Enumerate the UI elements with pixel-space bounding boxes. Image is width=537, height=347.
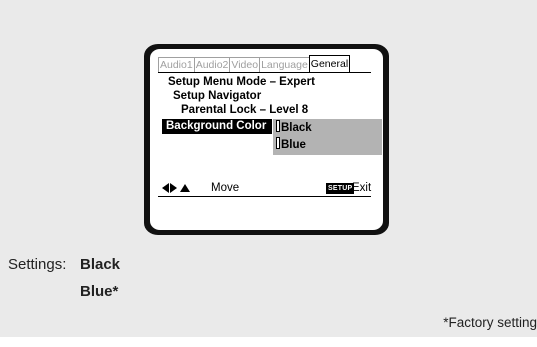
footer-divider <box>158 196 371 197</box>
arrow-up-icon <box>180 184 190 192</box>
menu-item-setup-navigator[interactable]: Setup Navigator <box>173 89 261 103</box>
setting-value-blue: Blue* <box>80 283 119 300</box>
exit-label: Exit <box>352 182 372 194</box>
tab-video[interactable]: Video <box>229 57 261 73</box>
tab-language[interactable]: Language <box>259 57 310 73</box>
manual-page: Audio1 Audio2 Video Language General Set… <box>0 0 537 337</box>
option-black-label: Black <box>281 122 312 134</box>
option-marker-icon <box>276 120 280 132</box>
menu-item-setup-mode[interactable]: Setup Menu Mode – Expert <box>168 75 315 89</box>
setup-button-icon: SETUP <box>326 183 355 194</box>
tab-bar: Audio1 Audio2 Video Language General <box>158 55 351 73</box>
factory-setting-note: *Factory setting <box>443 315 537 330</box>
menu-item-background-color[interactable]: Background Color <box>166 119 266 133</box>
option-blue-label: Blue <box>281 139 306 151</box>
move-label: Move <box>211 182 240 194</box>
setting-value-black: Black <box>80 256 121 273</box>
tab-general[interactable]: General <box>308 55 351 72</box>
option-blue[interactable]: Blue <box>276 137 306 152</box>
option-black[interactable]: Black <box>276 120 312 135</box>
tab-audio1[interactable]: Audio1 <box>158 57 195 73</box>
osd-screen: Audio1 Audio2 Video Language General Set… <box>150 49 383 230</box>
option-marker-icon <box>276 137 280 149</box>
menu-item-parental-lock[interactable]: Parental Lock – Level 8 <box>181 103 308 117</box>
tab-audio2[interactable]: Audio2 <box>193 57 231 73</box>
tv-screen-bezel: Audio1 Audio2 Video Language General Set… <box>144 44 389 235</box>
tab-divider <box>158 72 371 73</box>
arrow-right-icon <box>170 183 177 193</box>
arrow-left-icon <box>162 183 169 193</box>
option-list: Black Blue <box>273 119 382 155</box>
settings-label: Settings: <box>8 256 67 273</box>
navigation-arrows <box>162 182 190 193</box>
